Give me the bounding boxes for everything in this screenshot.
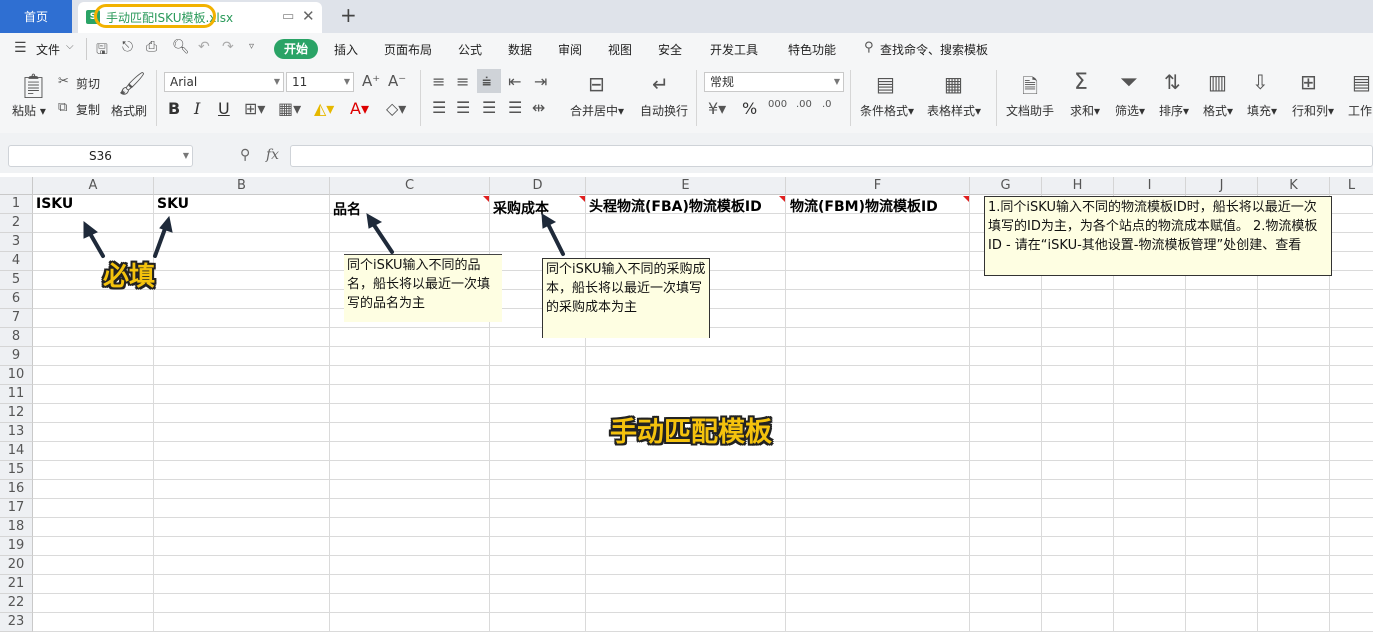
required-annotation: 必填 — [103, 262, 156, 292]
arrowhead — [159, 215, 173, 233]
arrow-to-purchase-cost — [545, 220, 565, 256]
arrow-to-product-name — [370, 220, 394, 254]
arrowhead — [366, 213, 383, 229]
template-title-annotation: 手动匹配模板 — [610, 417, 772, 448]
annotation-arrows — [83, 213, 565, 258]
arrow-to-sku — [153, 224, 168, 258]
